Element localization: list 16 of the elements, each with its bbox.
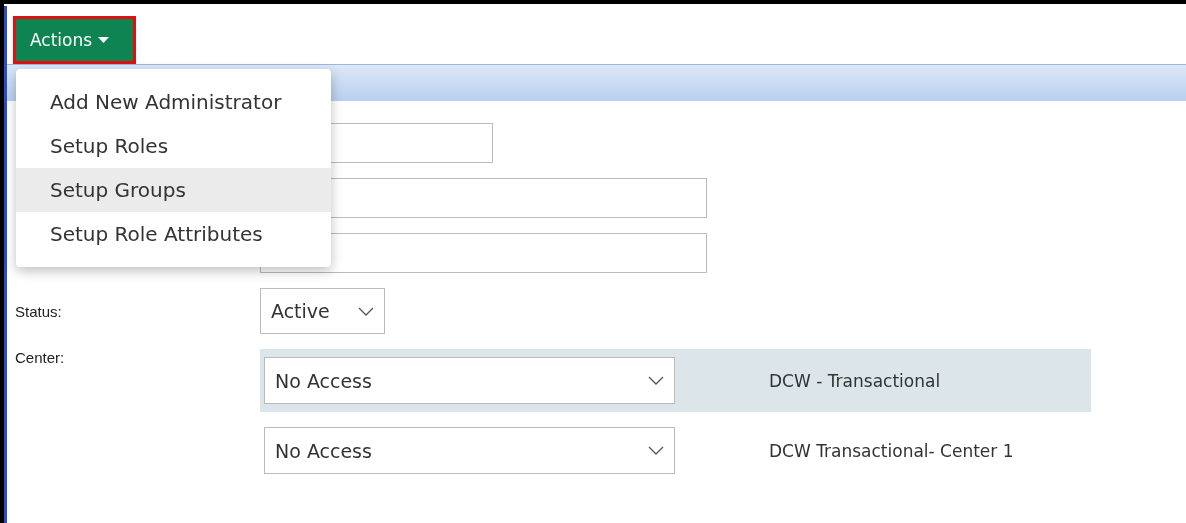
actions-button[interactable]: Actions	[13, 16, 136, 64]
access-select[interactable]: No Access	[264, 427, 675, 474]
field-label: Center:	[15, 349, 66, 366]
access-select[interactable]: No Access	[264, 357, 675, 404]
field-label: Status:	[15, 302, 63, 320]
chevron-down-icon	[648, 376, 664, 385]
status-select[interactable]: Active	[260, 288, 385, 334]
center-name: DCW Transactional- Center 1	[769, 440, 1014, 461]
menu-item[interactable]: Setup Role Attributes	[16, 212, 331, 256]
menu-item[interactable]: Add New Administrator	[16, 80, 331, 124]
menu-item[interactable]: Setup Roles	[16, 124, 331, 168]
chevron-down-icon	[648, 446, 664, 455]
center-name: DCW - Transactional	[769, 370, 941, 391]
caret-icon	[98, 37, 110, 43]
menu-item[interactable]: Setup Groups	[16, 168, 331, 212]
chevron-down-icon	[358, 306, 374, 316]
